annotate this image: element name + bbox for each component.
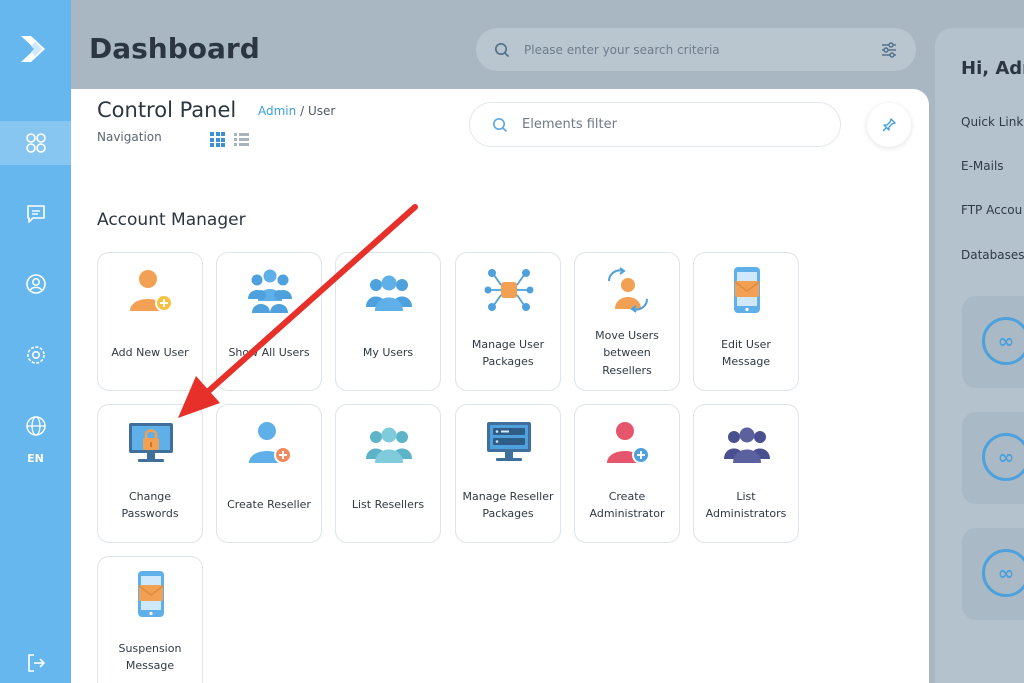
language-label[interactable]: EN xyxy=(0,452,71,465)
tile-list-resellers[interactable]: List Resellers xyxy=(335,404,441,543)
monitor-lock-icon xyxy=(129,423,173,462)
tile-label: Add New User xyxy=(111,346,189,360)
server-monitor-icon xyxy=(487,422,531,461)
databases-link[interactable]: Databases xyxy=(961,248,1024,262)
global-search-input[interactable]: Please enter your search criteria xyxy=(524,43,880,57)
sidebar: EN xyxy=(0,0,71,683)
tile-change-passwords[interactable]: Change Passwords xyxy=(97,404,203,543)
tile-label: Create Reseller xyxy=(227,498,311,512)
tile-label: Suspension Message xyxy=(118,641,182,673)
elements-filter[interactable]: Elements filter xyxy=(469,102,841,147)
stat-card: ∞ xyxy=(962,412,1024,504)
phone-message-icon xyxy=(734,267,760,313)
create-reseller-icon xyxy=(249,422,292,464)
chat-icon xyxy=(26,205,45,223)
global-search[interactable]: Please enter your search criteria xyxy=(476,28,916,71)
logout-button[interactable] xyxy=(0,641,71,683)
tile-label: Change Passwords xyxy=(121,489,179,521)
tile-label: Manage Reseller Packages xyxy=(462,489,554,521)
list-view-icon[interactable] xyxy=(234,132,249,147)
pin-icon xyxy=(882,118,896,132)
tile-move-users[interactable]: Move Users between Resellers xyxy=(574,252,680,391)
tile-label: List Administrators xyxy=(705,489,787,521)
breadcrumb-admin[interactable]: Admin xyxy=(258,104,296,118)
pin-button[interactable] xyxy=(867,103,911,147)
section-title: Account Manager xyxy=(97,210,246,230)
move-user-icon xyxy=(608,267,648,313)
infinity-icon: ∞ xyxy=(982,433,1024,481)
sidebar-item-language[interactable] xyxy=(0,404,71,448)
navigation-label: Navigation xyxy=(97,130,162,144)
stat-card: ∞ xyxy=(962,528,1024,620)
tile-edit-user-message[interactable]: Edit User Message xyxy=(693,252,799,391)
tile-label: Manage User Packages xyxy=(471,337,545,369)
infinity-icon: ∞ xyxy=(982,549,1024,597)
create-admin-icon xyxy=(607,422,650,464)
emails-link[interactable]: E-Mails xyxy=(961,159,1004,173)
elements-filter-input[interactable]: Elements filter xyxy=(522,117,617,132)
stat-card: ∞ xyxy=(962,296,1024,388)
admins-group-icon xyxy=(724,427,770,463)
control-panel-title: Control Panel xyxy=(97,98,237,122)
breadcrumb-user[interactable]: User xyxy=(308,104,335,118)
infinity-icon: ∞ xyxy=(982,317,1024,365)
sidebar-item-messages[interactable] xyxy=(0,192,71,236)
search-icon xyxy=(493,117,508,132)
add-user-icon xyxy=(130,270,173,312)
ftp-accounts-link[interactable]: FTP Accou xyxy=(961,203,1022,217)
tile-label: Move Users between Resellers xyxy=(595,328,659,377)
logout-icon xyxy=(27,654,45,672)
globe-icon xyxy=(25,416,46,436)
tile-suspension-message[interactable]: Suspension Message xyxy=(97,556,203,683)
users-group-icon xyxy=(248,269,292,313)
resellers-group-icon xyxy=(366,427,412,463)
tile-list-administrators[interactable]: List Administrators xyxy=(693,404,799,543)
gear-icon xyxy=(26,346,45,364)
filter-sliders-icon[interactable] xyxy=(880,41,898,59)
quick-links-link[interactable]: Quick Link xyxy=(961,115,1023,129)
phone-message-icon xyxy=(138,571,164,617)
tile-create-reseller[interactable]: Create Reseller xyxy=(216,404,322,543)
grid-view-icon[interactable] xyxy=(210,132,225,147)
tile-label: My Users xyxy=(362,346,414,360)
tile-label: Create Administrator xyxy=(589,489,665,521)
tile-label: Edit User Message xyxy=(721,337,771,369)
tile-manage-user-packages[interactable]: Manage User Packages xyxy=(455,252,561,391)
tile-label: List Resellers xyxy=(351,498,425,512)
breadcrumb-separator: / xyxy=(300,104,305,118)
greeting: Hi, Adm xyxy=(961,58,1024,79)
sidebar-item-dashboard[interactable] xyxy=(0,121,71,165)
page-title: Dashboard xyxy=(89,32,260,65)
sidebar-item-settings[interactable] xyxy=(0,333,71,377)
search-icon xyxy=(495,42,510,57)
tile-show-all-users[interactable]: Show All Users xyxy=(216,252,322,391)
tile-my-users[interactable]: My Users xyxy=(335,252,441,391)
tile-manage-reseller-packages[interactable]: Manage Reseller Packages xyxy=(455,404,561,543)
sidebar-item-account[interactable] xyxy=(0,262,71,306)
grid-icon xyxy=(25,133,46,153)
packages-icon xyxy=(484,269,534,311)
logo-icon[interactable] xyxy=(17,30,55,68)
tile-label: Show All Users xyxy=(228,346,310,360)
users-icon xyxy=(366,275,412,311)
user-circle-icon xyxy=(25,274,46,294)
tile-create-administrator[interactable]: Create Administrator xyxy=(574,404,680,543)
tile-add-new-user[interactable]: Add New User xyxy=(97,252,203,391)
breadcrumb: Admin / User xyxy=(258,104,335,118)
